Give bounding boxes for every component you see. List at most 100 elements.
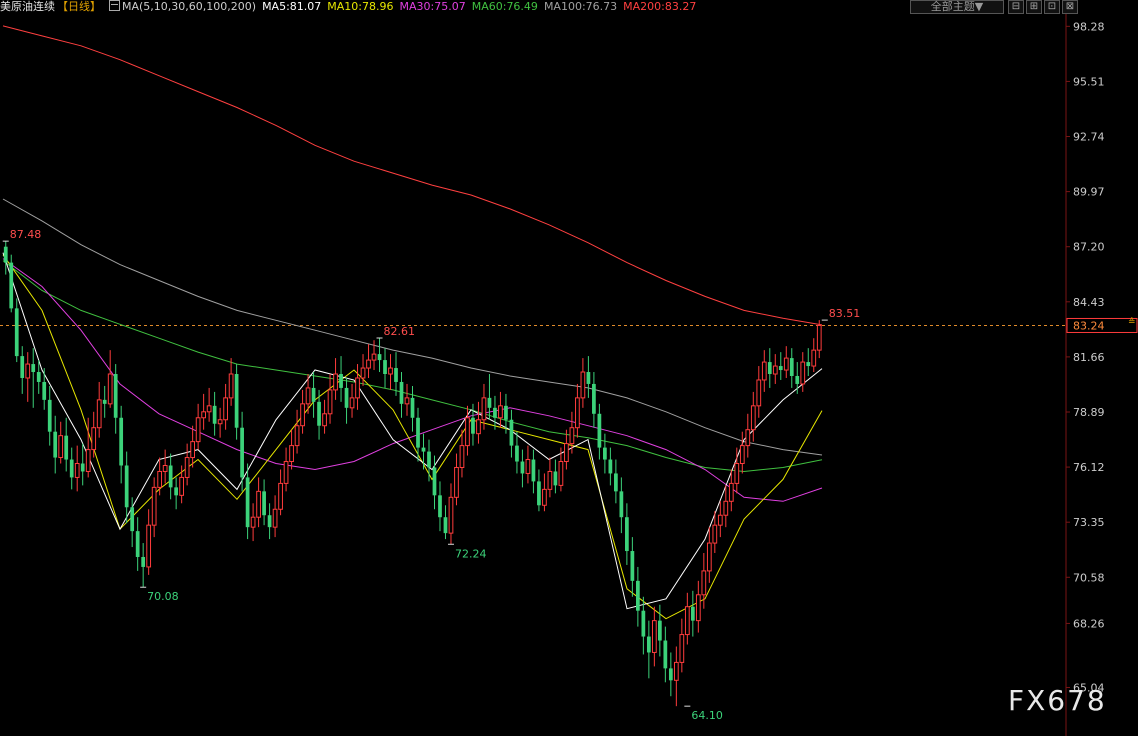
candle-body <box>317 401 321 426</box>
candle-body <box>102 399 107 404</box>
candle-body <box>217 419 223 425</box>
extreme-label: 82.61 <box>384 325 416 338</box>
candle-body <box>201 411 206 419</box>
candle-body <box>668 668 673 681</box>
candle-body <box>9 262 14 309</box>
candle-body <box>383 360 387 375</box>
candle-body <box>569 427 575 445</box>
candle-body <box>388 367 393 375</box>
candle-body <box>130 507 135 532</box>
candle-body <box>459 445 465 468</box>
candle-body <box>333 373 338 391</box>
candle-body <box>174 487 179 496</box>
extreme-label: 72.24 <box>455 547 487 560</box>
y-tick-label: 76.12 <box>1073 461 1105 474</box>
ma-line-ma60 <box>2 260 823 473</box>
candle-body <box>515 445 519 462</box>
candle-body <box>179 476 185 496</box>
candle-body <box>493 407 497 418</box>
candle-body <box>717 514 723 526</box>
candle-body <box>283 461 289 484</box>
candle-body <box>690 606 695 621</box>
y-tick-label: 68.26 <box>1073 617 1105 630</box>
candle-body <box>64 435 69 460</box>
candle-body <box>537 481 541 506</box>
candle-body <box>228 373 234 399</box>
y-tick-label: 84.43 <box>1073 296 1105 309</box>
candle-body <box>504 405 508 420</box>
candle-body <box>272 508 278 528</box>
price-marker-icon: ≙ <box>1128 316 1136 327</box>
candle-body <box>410 397 415 418</box>
candle-body <box>162 464 168 472</box>
candle-body <box>542 488 547 506</box>
current-price-label: 83.24 <box>1073 319 1105 332</box>
candle-body <box>476 419 481 435</box>
fx678-logo: FX678 <box>1008 684 1107 717</box>
candle-body <box>85 449 91 472</box>
candle-body <box>327 389 333 415</box>
candle-body <box>234 374 239 428</box>
candle-body <box>783 357 789 371</box>
candle-body <box>701 570 707 596</box>
candle-body <box>349 397 355 409</box>
candle-body <box>135 531 140 557</box>
candle-body <box>47 399 52 432</box>
candle-body <box>651 620 657 653</box>
candle-body <box>531 459 536 482</box>
candle-body <box>767 362 772 375</box>
candle-body <box>96 399 102 429</box>
candle-body <box>795 375 800 384</box>
candle-body <box>443 517 448 534</box>
y-tick-label: 95.51 <box>1073 75 1105 88</box>
candle-body <box>404 397 410 405</box>
candle-body <box>800 361 806 385</box>
candle-body <box>91 427 97 451</box>
candle-body <box>739 445 745 465</box>
candle-body <box>684 606 690 636</box>
candle-body <box>53 431 58 458</box>
ma-line-ma200 <box>2 25 823 326</box>
candle-body <box>438 495 442 518</box>
candle-body <box>471 417 475 434</box>
candle-body <box>761 361 767 381</box>
candle-body <box>36 372 41 382</box>
candle-body <box>635 580 640 611</box>
candle-body <box>712 524 718 544</box>
candle-body <box>119 417 124 466</box>
candle-body <box>603 447 607 460</box>
candle-body <box>20 356 25 378</box>
candle-body <box>706 542 712 572</box>
candle-body <box>564 443 569 463</box>
candle-body <box>157 470 163 488</box>
candle-body <box>586 372 591 384</box>
candle-body <box>525 459 531 474</box>
y-tick-label: 81.66 <box>1073 351 1105 364</box>
candle-body <box>608 459 613 474</box>
candle-body <box>465 417 470 447</box>
candle-body <box>58 435 64 459</box>
candlestick-chart[interactable]: 98.28 95.51 92.74 89.97 87.20 84.43 81.66 78.89… <box>0 0 1138 736</box>
candle-body <box>454 466 459 498</box>
candle-body <box>695 594 701 622</box>
candle-body <box>487 397 492 408</box>
candle-body <box>190 441 196 459</box>
candle-body <box>240 427 244 478</box>
candle-body <box>399 381 404 404</box>
candle-body <box>371 353 377 361</box>
candle-body <box>657 620 662 641</box>
candle-body <box>256 490 261 518</box>
candle-body <box>679 634 685 663</box>
candle-body <box>151 486 157 526</box>
y-tick-label: 87.20 <box>1073 241 1105 254</box>
extreme-label: 87.48 <box>10 228 42 241</box>
candle-body <box>141 556 146 567</box>
extreme-label: 83.51 <box>829 307 861 320</box>
candle-body <box>289 445 294 463</box>
candle-body <box>360 367 366 379</box>
candle-body <box>146 524 152 568</box>
candle-body <box>377 354 382 361</box>
candle-body <box>625 517 629 552</box>
candle-body <box>745 429 751 447</box>
ma-line-ma30 <box>2 258 823 502</box>
